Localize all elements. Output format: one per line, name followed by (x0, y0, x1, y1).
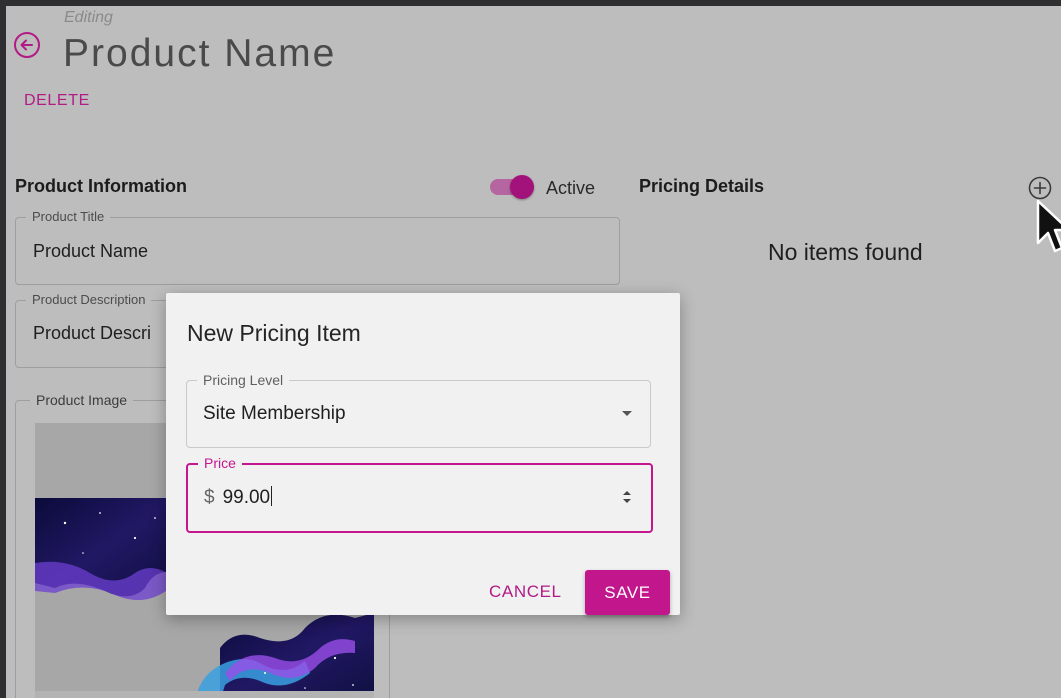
new-pricing-item-dialog: New Pricing Item Pricing Level Site Memb… (166, 293, 680, 615)
product-title-value: Product Name (33, 241, 149, 261)
cancel-button[interactable]: CANCEL (489, 582, 562, 602)
window-edge (0, 0, 6, 130)
price-label: Price (198, 455, 242, 471)
number-stepper-icon[interactable] (622, 488, 632, 506)
add-pricing-icon[interactable] (1026, 174, 1054, 202)
delete-button[interactable]: DELETE (24, 92, 90, 110)
product-image-label: Product Image (30, 392, 134, 408)
app-backdrop: Editing Product Name DELETE Product Info… (6, 6, 1061, 698)
product-description-value: Product Descri (33, 323, 152, 343)
pricing-level-label: Pricing Level (197, 372, 290, 388)
no-items-text: No items found (768, 239, 923, 265)
price-input[interactable]: Price $99.00 (186, 455, 653, 533)
active-label: Active (546, 178, 596, 198)
editing-label: Editing (64, 9, 113, 26)
save-button[interactable]: SAVE (585, 570, 670, 615)
currency-symbol: $ (204, 487, 215, 508)
text-caret (271, 486, 273, 506)
page-title: Product Name (63, 32, 337, 75)
price-value: 99.00 (222, 487, 271, 508)
product-information-heading: Product Information (15, 176, 187, 196)
mouse-pointer-icon (1036, 199, 1061, 253)
pricing-level-select[interactable]: Pricing Level Site Membership (186, 372, 651, 448)
active-toggle[interactable] (488, 175, 536, 199)
back-arrow-icon[interactable] (12, 30, 42, 60)
product-title-label: Product Title (26, 209, 111, 224)
toggle-thumb (510, 175, 534, 199)
pricing-details-heading: Pricing Details (639, 176, 765, 196)
pricing-level-value: Site Membership (203, 403, 346, 424)
dropdown-caret-icon (622, 411, 632, 416)
price-input-content: $99.00 (204, 486, 273, 509)
product-title-field[interactable]: Product Title Product Name (15, 209, 620, 285)
dialog-title: New Pricing Item (187, 320, 361, 346)
product-description-label: Product Description (26, 292, 152, 307)
